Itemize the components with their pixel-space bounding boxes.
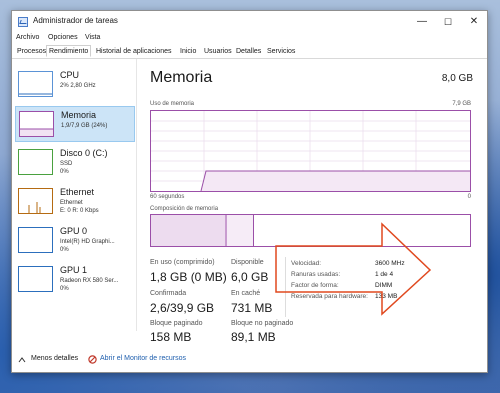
available-label: Disponible [231,259,264,266]
sidebar-item-detail: SSD [60,161,73,167]
minimize-button[interactable]: — [409,11,435,33]
window-title: Administrador de tareas [33,16,118,25]
sidebar-item-label: GPU 1 [60,265,88,275]
memory-usage-graph [150,110,471,192]
graph-axis-left: 60 segundos [150,194,185,200]
sidebar-item-detail: Ethernet [60,200,83,206]
open-resource-monitor-link[interactable]: Abrir el Monitor de recursos [100,355,186,362]
tab-historial[interactable]: Historial de aplicaciones [93,45,174,57]
sidebar-item-detail: 1,9/7,9 GB (24%) [61,123,108,129]
graph-axis-right: 0 [467,194,471,200]
tab-bar: Procesos Rendimiento Historial de aplica… [12,45,487,59]
sidebar-item-gpu1[interactable]: GPU 1 Radeon RX 580 Ser... 0% [15,262,135,298]
gpu0-thumbnail [18,227,53,253]
menu-archivo[interactable]: Archivo [16,34,39,41]
sidebar-item-cpu[interactable]: CPU 2% 2,80 GHz [15,67,135,103]
paged-pool-value: 158 MB [150,330,192,344]
nonpaged-pool-label: Bloque no paginado [231,320,294,327]
sidebar-item-label: GPU 0 [60,226,88,236]
committed-value: 2,6/39,9 GB [150,301,215,315]
title-bar[interactable]: Administrador de tareas — ☐ ✕ [12,11,487,33]
available-value: 6,0 GB [231,270,269,284]
usage-graph-label: Uso de memoria [150,101,195,107]
cpu-thumbnail [18,71,53,97]
paged-pool-label: Bloque paginado [150,320,203,327]
disk-thumbnail [18,149,53,175]
in-use-value: 1,8 GB (0 MB) [150,270,227,284]
task-manager-app-icon [18,17,28,27]
cached-value: 731 MB [231,301,273,315]
ethernet-thumbnail [18,188,53,214]
sidebar-item-detail: Radeon RX 580 Ser... [60,278,119,284]
committed-label: Confirmada [150,290,187,297]
sidebar-item-value: 0% [60,169,69,175]
sidebar-item-value: 0% [60,286,69,292]
tab-procesos[interactable]: Procesos [14,45,49,57]
memory-thumbnail [19,111,54,137]
resource-sidebar: CPU 2% 2,80 GHz Memoria 1,9/7,9 GB (24%)… [12,59,137,331]
sidebar-item-detail: Intel(R) HD Graphi... [60,239,115,245]
composition-in-use [151,215,225,246]
annotation-arrow [275,222,432,316]
sidebar-item-gpu0[interactable]: GPU 0 Intel(R) HD Graphi... 0% [15,223,135,259]
gpu1-thumbnail [18,266,53,292]
chevron-up-icon[interactable] [18,356,26,364]
memory-total: 8,0 GB [441,73,473,84]
sidebar-item-value: E: 0 R: 0 Kbps [60,208,99,214]
cached-label: En caché [231,290,261,297]
sidebar-item-detail: 2% 2,80 GHz [60,83,96,89]
sidebar-item-label: CPU [60,70,80,80]
sidebar-item-label: Memoria [61,110,97,120]
maximize-button[interactable]: ☐ [435,11,461,33]
menu-bar: Archivo Opciones Vista [12,33,487,45]
sidebar-item-label: Ethernet [60,187,95,197]
in-use-label: En uso (comprimido) [150,259,215,266]
task-manager-window: Administrador de tareas — ☐ ✕ Archivo Op… [11,10,488,373]
tab-servicios[interactable]: Servicios [264,45,298,57]
sidebar-item-memoria[interactable]: Memoria 1,9/7,9 GB (24%) [15,106,135,142]
sidebar-item-label: Disco 0 (C:) [60,148,108,158]
menu-opciones[interactable]: Opciones [48,34,78,41]
tab-detalles[interactable]: Detalles [233,45,264,57]
usage-graph-max: 7,9 GB [452,101,471,107]
close-button[interactable]: ✕ [461,11,487,33]
less-details-link[interactable]: Menos detalles [31,355,78,362]
tab-inicio[interactable]: Inicio [177,45,199,57]
menu-vista[interactable]: Vista [85,34,100,41]
nonpaged-pool-value: 89,1 MB [231,330,276,344]
tab-usuarios[interactable]: Usuarios [201,45,235,57]
composition-label: Composición de memoria [150,206,219,212]
sidebar-item-value: 0% [60,247,69,253]
sidebar-item-disco[interactable]: Disco 0 (C:) SSD 0% [15,145,135,181]
composition-standby [227,215,254,246]
tab-rendimiento[interactable]: Rendimiento [46,45,92,57]
page-title: Memoria [150,69,213,86]
footer-bar: Menos detalles Abrir el Monitor de recur… [12,350,487,372]
sidebar-item-ethernet[interactable]: Ethernet Ethernet E: 0 R: 0 Kbps [15,184,135,220]
resource-monitor-icon [88,355,97,364]
